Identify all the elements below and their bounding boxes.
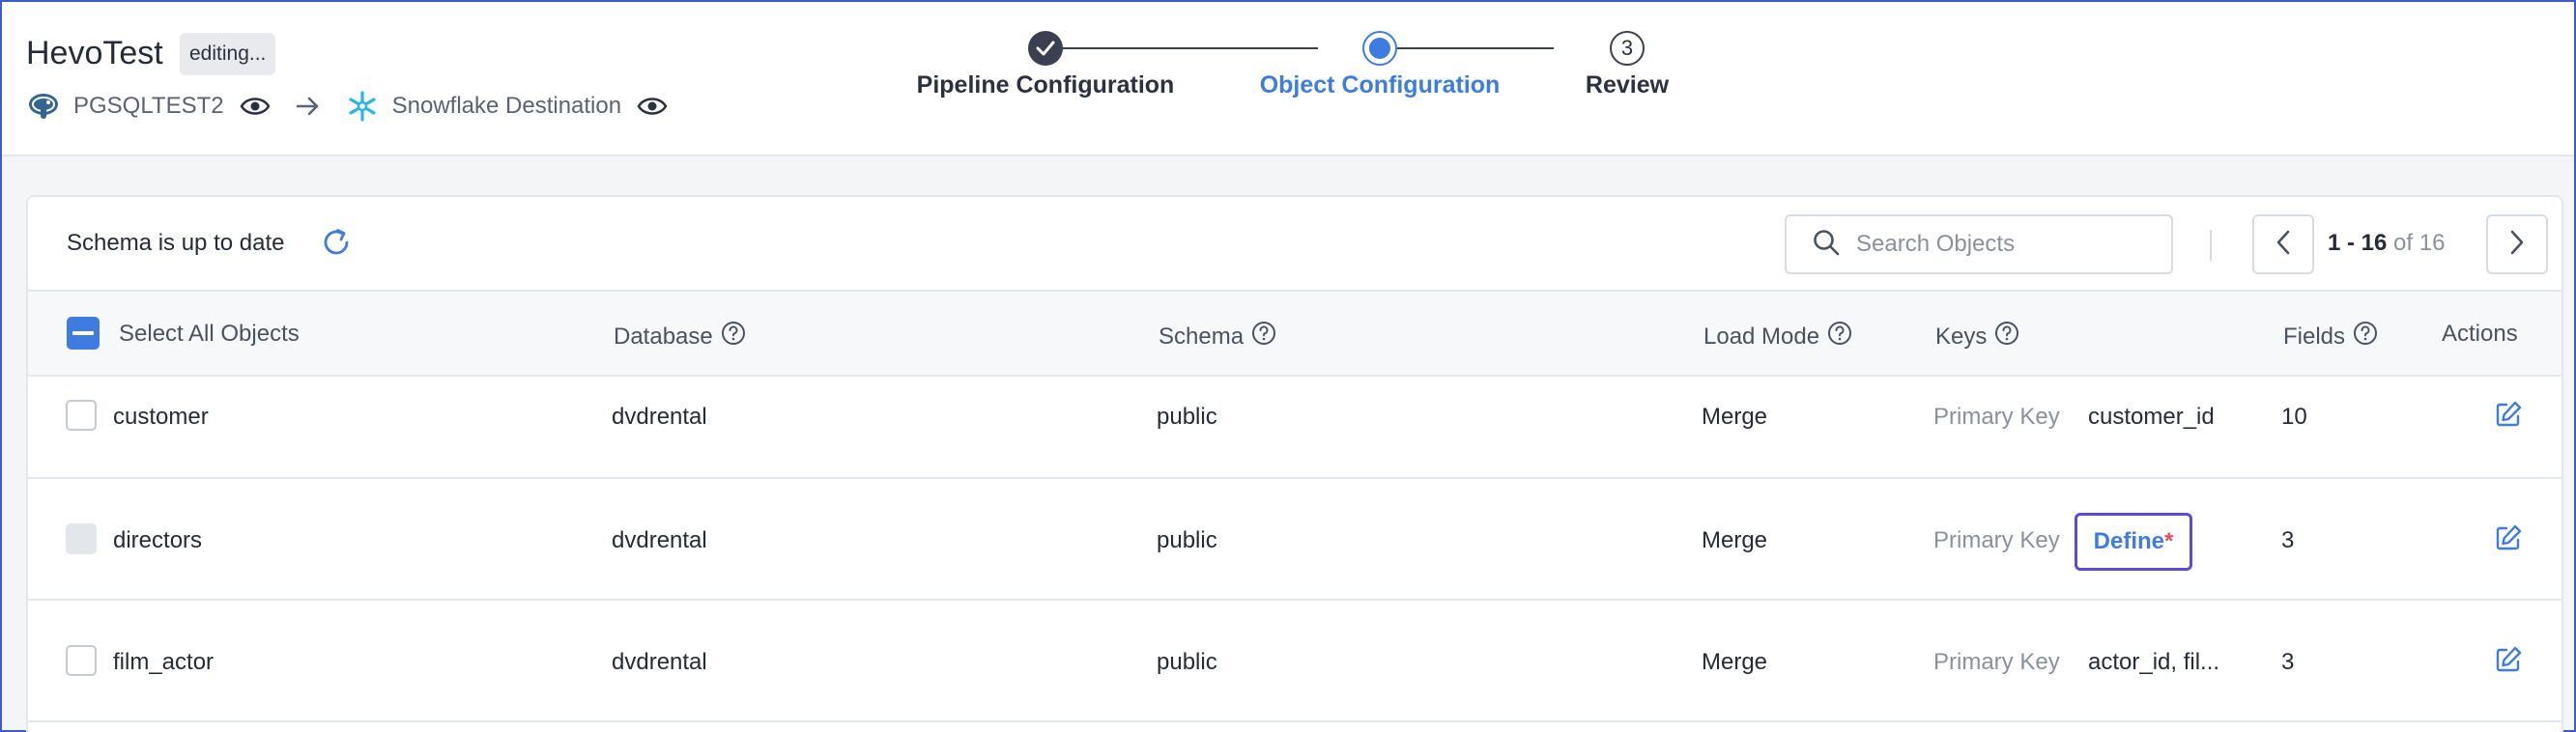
search-objects-input[interactable] xyxy=(1856,231,2165,258)
define-key-label: Define xyxy=(2093,528,2164,554)
key-type: Primary Key xyxy=(1933,404,2060,430)
objects-toolbar: Schema is up to date 1 - 16 o xyxy=(28,197,2562,292)
key-type: Primary Key xyxy=(1933,649,2060,675)
connection-summary: PGSQLTEST2 Snowflake Destination xyxy=(27,89,668,124)
objects-card: Schema is up to date 1 - 16 o xyxy=(26,195,2563,732)
database-cell: dvdrental xyxy=(612,404,707,430)
edit-icon[interactable] xyxy=(2494,645,2523,679)
header-fields-label: Fields xyxy=(2283,323,2346,350)
header-schema-label: Schema xyxy=(1159,323,1245,350)
help-icon[interactable] xyxy=(2353,321,2378,352)
table-row[interactable]: customer dvdrental public Merge Primary … xyxy=(28,377,2562,479)
step-object-configuration: Object Configuration xyxy=(1259,71,1501,99)
load-mode-cell[interactable]: Merge xyxy=(1702,527,1767,554)
snowflake-icon xyxy=(346,90,379,123)
prev-page-button[interactable] xyxy=(2252,214,2314,274)
header-database-label: Database xyxy=(614,323,713,350)
help-icon[interactable] xyxy=(1251,321,1276,352)
pagination-summary: 1 - 16 of 16 xyxy=(2328,230,2445,257)
pagination-range: 1 - 16 xyxy=(2328,230,2388,256)
row-checkbox[interactable] xyxy=(66,400,97,431)
view-source-eye-icon[interactable] xyxy=(240,96,271,117)
fields-count: 3 xyxy=(2281,527,2295,553)
help-icon[interactable] xyxy=(721,321,746,352)
arrow-right-icon xyxy=(296,96,321,117)
required-mark: * xyxy=(2164,528,2174,554)
postgres-icon xyxy=(27,92,60,121)
edit-icon[interactable] xyxy=(2494,523,2523,557)
page-header: HevoTest editing... PGSQLTEST2 Snowflake… xyxy=(2,2,2574,156)
search-icon xyxy=(1812,228,1841,262)
step-review-number: 3 xyxy=(1610,31,1645,66)
define-key-button[interactable]: Define * xyxy=(2075,513,2192,571)
step-object-configuration-dot xyxy=(1362,31,1397,66)
select-all-checkbox[interactable] xyxy=(67,317,100,350)
header-keys-label: Keys xyxy=(1935,323,1988,350)
object-name: film_actor xyxy=(113,649,215,675)
fields-count: 3 xyxy=(2281,649,2295,675)
progress-stepper: Pipeline Configuration Object Configurat… xyxy=(917,29,1674,116)
next-page-button[interactable] xyxy=(2486,214,2548,274)
header-keys: Keys xyxy=(1935,321,2019,352)
database-cell: dvdrental xyxy=(612,649,707,675)
pagination-total: of 16 xyxy=(2393,230,2446,256)
header-schema: Schema xyxy=(1159,321,1276,352)
help-icon[interactable] xyxy=(1994,321,2019,352)
pipeline-name: HevoTest xyxy=(26,35,163,71)
help-icon[interactable] xyxy=(1827,321,1852,352)
key-value[interactable]: actor_id, fil... xyxy=(2088,649,2219,676)
load-mode-cell[interactable]: Merge xyxy=(1702,404,1767,431)
table-row[interactable]: film_actor dvdrental public Merge Primar… xyxy=(28,601,2562,722)
load-mode-cell[interactable]: Merge xyxy=(1702,649,1767,676)
key-type: Primary Key xyxy=(1933,527,2060,553)
header-fields: Fields xyxy=(2283,321,2378,352)
database-cell: dvdrental xyxy=(612,527,707,553)
fields-count: 10 xyxy=(2281,404,2307,430)
header-select-all[interactable]: Select All Objects xyxy=(119,321,300,348)
source-name: PGSQLTEST2 xyxy=(73,93,224,119)
table-header: Select All Objects Database Schema Load … xyxy=(28,292,2562,377)
schema-cell: public xyxy=(1157,649,1217,675)
refresh-schema-icon[interactable] xyxy=(320,226,353,264)
header-actions: Actions xyxy=(2442,321,2518,347)
status-badge: editing... xyxy=(180,33,276,75)
step-pipeline-configuration-checkmark-icon[interactable] xyxy=(1028,31,1063,66)
header-load-mode-label: Load Mode xyxy=(1703,323,1820,350)
search-box xyxy=(1785,214,2173,274)
schema-status: Schema is up to date xyxy=(67,230,285,256)
destination-name: Snowflake Destination xyxy=(391,93,622,119)
step-review: Review xyxy=(1585,71,1670,99)
schema-cell: public xyxy=(1157,527,1217,553)
stepper-connector xyxy=(1370,47,1554,49)
table-row[interactable]: directors dvdrental public Merge Primary… xyxy=(28,479,2562,601)
object-name: customer xyxy=(113,404,209,430)
chevron-left-icon xyxy=(2275,230,2291,260)
view-destination-eye-icon[interactable] xyxy=(637,96,668,117)
schema-cell: public xyxy=(1157,404,1217,430)
stepper-connector xyxy=(1045,47,1318,49)
row-checkbox[interactable] xyxy=(66,645,97,676)
key-value[interactable]: customer_id xyxy=(2088,404,2215,431)
chevron-right-icon xyxy=(2509,230,2525,260)
step-pipeline-configuration[interactable]: Pipeline Configuration xyxy=(917,71,1175,99)
toolbar-divider xyxy=(2210,230,2212,261)
edit-icon[interactable] xyxy=(2494,400,2523,434)
object-name: directors xyxy=(113,527,203,553)
header-load-mode: Load Mode xyxy=(1703,321,1852,352)
header-database: Database xyxy=(614,321,746,352)
row-checkbox-disabled xyxy=(66,523,97,554)
